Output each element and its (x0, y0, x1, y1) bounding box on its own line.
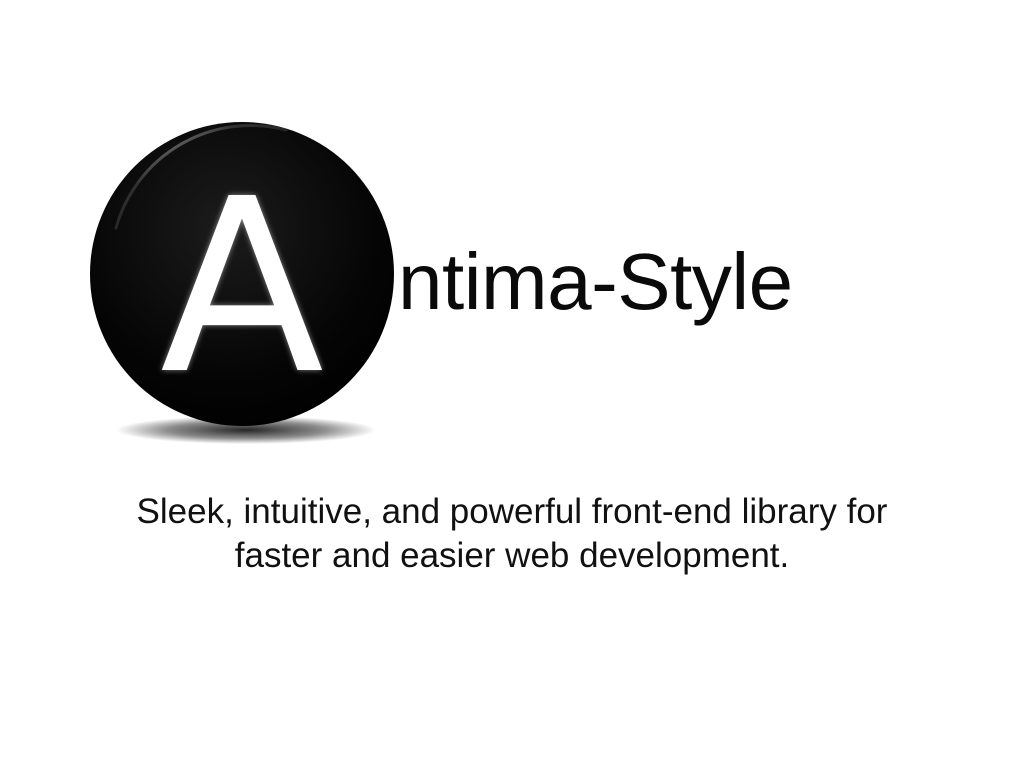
tagline-line-1: Sleek, intuitive, and powerful front-end… (136, 492, 888, 531)
logo-badge-graphic: A A (90, 122, 394, 444)
tagline: Sleek, intuitive, and powerful front-end… (60, 490, 964, 578)
brand-wordmark: ntima-Style (398, 237, 793, 326)
logo-letter: A (160, 147, 324, 427)
title-slide: A A ntima-Style Sleek, intuitive, and po… (0, 0, 1024, 768)
logo-badge: A A (86, 118, 406, 448)
tagline-line-2: faster and easier web development. (234, 536, 790, 575)
